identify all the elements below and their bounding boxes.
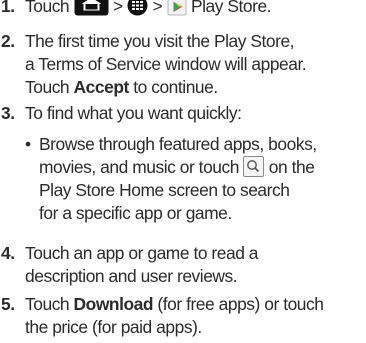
- step-3-sub-line-1: Browse through featured apps, books,: [39, 134, 317, 154]
- step-3-sub-line-2-pre: movies, and music or touch: [39, 157, 239, 177]
- step-2: 2. The first time you visit the Play Sto…: [0, 30, 366, 99]
- step-5-line-2: the price (for paid apps).: [25, 317, 202, 337]
- bullet: •: [25, 134, 31, 154]
- step-number: 2.: [1, 31, 15, 51]
- step-number: 1.: [1, 0, 15, 16]
- download-label: Download: [73, 294, 154, 314]
- step-4: 4. Touch an app or game to read a descri…: [0, 242, 366, 288]
- step-1-line: Touch > > Play Store.: [25, 0, 366, 18]
- step-2-line-2: a Terms of Service window will appear.: [25, 54, 307, 74]
- step-5-line-1: Touch Download (for free apps) or touch: [25, 293, 366, 316]
- step-1: 1. Touch > > Play Store.: [0, 0, 366, 18]
- step-number: 5.: [1, 294, 15, 314]
- separator: >: [112, 0, 123, 16]
- step-3-line-1: To find what you want quickly:: [25, 103, 242, 123]
- step-5-line-1-pre: Touch: [25, 294, 74, 314]
- step-5: 5. Touch Download (for free apps) or tou…: [0, 293, 366, 339]
- step-3: 3. To find what you want quickly: • Brow…: [0, 102, 366, 225]
- step-number: 4.: [1, 243, 15, 263]
- step-1-prefix: Touch: [25, 0, 70, 16]
- step-4-line-1: Touch an app or game to read a: [25, 243, 259, 263]
- step-4-line-2: description and user reviews.: [25, 266, 238, 286]
- menu-grid-icon: [127, 0, 148, 16]
- step-2-line-1: The first time you visit the Play Store,: [25, 31, 295, 51]
- step-3-bullet-item: • Browse through featured apps, books, m…: [25, 133, 366, 225]
- search-icon: [243, 155, 265, 177]
- step-2-line-3: Touch Accept to continue.: [25, 76, 366, 99]
- step-3-sub-line-2: movies, and music or touch on the: [39, 155, 366, 179]
- step-3-sub-line-4: for a specific app or game.: [39, 203, 232, 223]
- step-3-sub-line-3: Play Store Home screen to search: [39, 180, 290, 200]
- step-1-label: Play Store.: [190, 0, 272, 16]
- home-icon: [74, 0, 109, 16]
- play-store-icon: [167, 0, 187, 16]
- separator: >: [152, 0, 163, 16]
- step-2-line-3-post: to continue.: [128, 77, 218, 97]
- step-3-sub-line-2-post: on the: [268, 157, 315, 177]
- step-number: 3.: [1, 103, 15, 123]
- accept-label: Accept: [73, 77, 130, 97]
- step-2-line-3-pre: Touch: [25, 77, 74, 97]
- step-5-line-1-post: (for free apps) or touch: [153, 294, 324, 314]
